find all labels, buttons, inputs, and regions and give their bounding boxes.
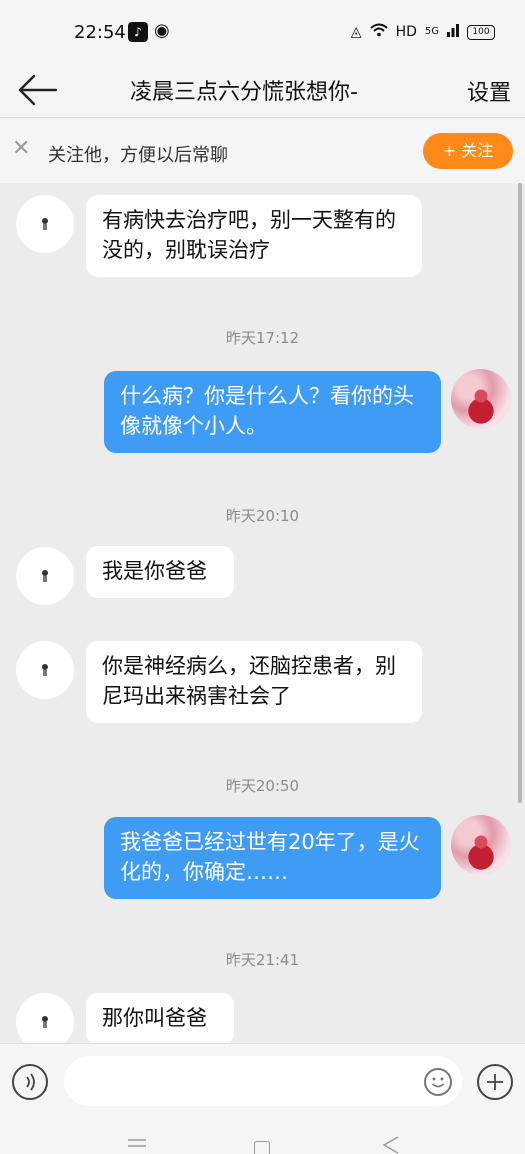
signal-label: 5G [424,26,439,37]
wifi-icon [369,23,388,41]
message-input[interactable] [64,1056,462,1106]
close-icon[interactable]: ✕ [12,137,30,161]
incoming-message[interactable]: 那你叫爸爸 [86,993,234,1043]
scrollbar[interactable] [518,183,522,803]
back-arrow-icon[interactable] [16,70,60,110]
status-icons: ◬ HD 5G 100 [351,23,495,41]
contact-avatar[interactable] [16,641,74,699]
follow-banner-text: 关注他，方便以后常聊 [48,145,228,166]
contact-avatar[interactable] [16,547,74,605]
network-label: HD [395,24,417,40]
status-bar: 22:54 ♪ ◉ ◬ HD 5G 100 [0,0,525,62]
message-timestamp: 昨天17:12 [225,329,300,347]
message-timestamp: 昨天20:10 [225,507,300,525]
voice-icon[interactable] [12,1064,48,1100]
message-timestamp: 昨天21:41 [225,951,300,969]
incoming-message[interactable]: 有病快去治疗吧，别一天整有的没的，别耽误治疗 [86,195,422,277]
battery-level: 100 [472,26,490,37]
contact-avatar[interactable] [16,195,74,253]
outgoing-message[interactable]: 什么病？你是什么人？看你的头像就像个小人。 [104,371,441,453]
incoming-message[interactable]: 我是你爸爸 [86,546,234,598]
message-timestamp: 昨天20:50 [225,777,300,795]
chat-header: 凌晨三点六分慌张想你- 设置 [0,62,525,118]
tiktok-icon: ♪ [128,22,148,42]
home-icon[interactable] [254,1141,270,1154]
message-input-bar [0,1043,525,1119]
status-time: 22:54 [74,22,126,43]
user-avatar[interactable] [451,369,511,429]
weibo-icon: ◉ [154,20,170,41]
emoji-icon[interactable] [424,1068,452,1096]
alarm-icon: ◬ [350,24,362,40]
menu-icon[interactable] [126,1137,148,1151]
incoming-message[interactable]: 你是神经病么，还脑控患者，别尼玛出来祸害社会了 [86,641,422,723]
outgoing-message[interactable]: 我爸爸已经过世有20年了，是火化的，你确定…… [104,817,441,899]
chat-message-list[interactable]: 有病快去治疗吧，别一天整有的没的，别耽误治疗 昨天17:12 什么病？你是什么人… [0,183,525,1043]
follow-button[interactable]: + 关注 [423,133,513,169]
battery-icon: 100 [467,24,495,40]
follow-banner: ✕ 关注他，方便以后常聊 + 关注 [0,119,525,183]
plus-icon[interactable] [477,1064,513,1100]
signal-icon: 5G [425,27,439,37]
system-nav-bar [0,1119,525,1154]
back-icon[interactable] [380,1135,402,1154]
page-title: 凌晨三点六分慌张想你- [130,80,358,105]
user-avatar[interactable] [451,815,511,875]
settings-button[interactable]: 设置 [467,75,511,107]
signal-bars-icon [447,23,459,41]
contact-avatar[interactable] [16,993,74,1043]
